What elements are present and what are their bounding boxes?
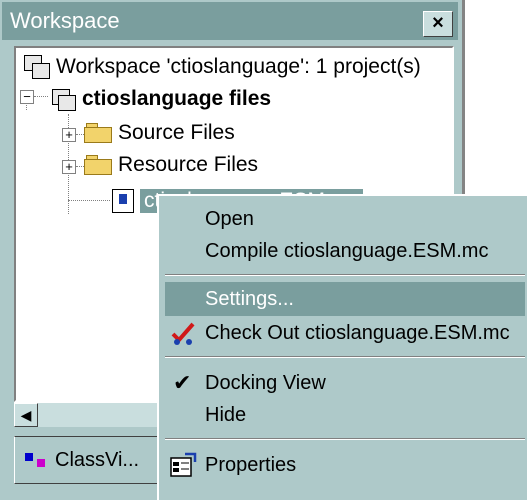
tree-item-resource-files[interactable]: Resource Files bbox=[84, 150, 258, 180]
panel-titlebar[interactable]: Workspace × bbox=[2, 2, 458, 40]
folder-icon bbox=[84, 155, 112, 175]
tree-item-project[interactable]: ctioslanguage files bbox=[50, 84, 271, 114]
tree-item-workspace[interactable]: Workspace 'ctioslanguage': 1 project(s) bbox=[24, 52, 421, 82]
menu-separator bbox=[165, 438, 525, 440]
classview-icon bbox=[25, 451, 49, 469]
context-menu: Open Compile ctioslanguage.ESM.mc Settin… bbox=[157, 194, 527, 500]
tab-classview-label: ClassVi... bbox=[55, 448, 140, 471]
tree-item-source-files[interactable]: Source Files bbox=[84, 118, 235, 148]
menu-item-properties[interactable]: Properties bbox=[165, 448, 525, 482]
expand-source-files-toggle[interactable]: + bbox=[62, 128, 76, 142]
menu-properties-label: Properties bbox=[205, 453, 297, 476]
close-button[interactable]: × bbox=[423, 11, 453, 37]
properties-icon bbox=[170, 452, 197, 477]
workspace-icon bbox=[24, 55, 50, 79]
check-out-icon bbox=[171, 322, 195, 345]
menu-item-hide[interactable]: Hide bbox=[165, 398, 525, 432]
scroll-left-button[interactable]: ◀ bbox=[14, 403, 38, 427]
menu-item-docking-view[interactable]: ✔ Docking View bbox=[165, 366, 525, 400]
panel-title: Workspace bbox=[10, 8, 120, 33]
plus-icon: + bbox=[65, 127, 73, 142]
menu-checkout-label: Check Out ctioslanguage.ESM.mc bbox=[205, 321, 510, 344]
menu-item-settings[interactable]: Settings... bbox=[165, 282, 525, 316]
menu-docking-label: Docking View bbox=[205, 371, 326, 394]
checkmark-icon: ✔ bbox=[173, 370, 192, 395]
menu-separator bbox=[165, 356, 525, 358]
menu-item-open[interactable]: Open bbox=[165, 202, 525, 236]
project-label: ctioslanguage files bbox=[82, 87, 272, 110]
folder-icon bbox=[84, 123, 112, 143]
file-icon bbox=[112, 189, 134, 213]
menu-settings-label: Settings... bbox=[205, 287, 294, 310]
menu-separator bbox=[165, 274, 525, 276]
menu-open-label: Open bbox=[205, 207, 254, 230]
source-files-label: Source Files bbox=[118, 121, 235, 144]
plus-icon: + bbox=[65, 159, 73, 174]
expand-resource-files-toggle[interactable]: + bbox=[62, 160, 76, 174]
arrow-left-icon: ◀ bbox=[20, 407, 32, 423]
menu-compile-label: Compile ctioslanguage.ESM.mc bbox=[205, 239, 489, 262]
workspace-label: Workspace 'ctioslanguage': 1 project(s) bbox=[56, 55, 421, 78]
tab-classview[interactable]: ClassVi... bbox=[14, 436, 162, 484]
collapse-project-toggle[interactable]: − bbox=[20, 90, 34, 104]
close-icon: × bbox=[432, 12, 444, 34]
menu-item-check-out[interactable]: Check Out ctioslanguage.ESM.mc bbox=[165, 316, 525, 350]
menu-hide-label: Hide bbox=[205, 403, 247, 426]
project-icon bbox=[50, 87, 76, 111]
resource-files-label: Resource Files bbox=[118, 153, 259, 176]
minus-icon: − bbox=[23, 89, 31, 104]
menu-item-compile[interactable]: Compile ctioslanguage.ESM.mc bbox=[165, 234, 525, 268]
